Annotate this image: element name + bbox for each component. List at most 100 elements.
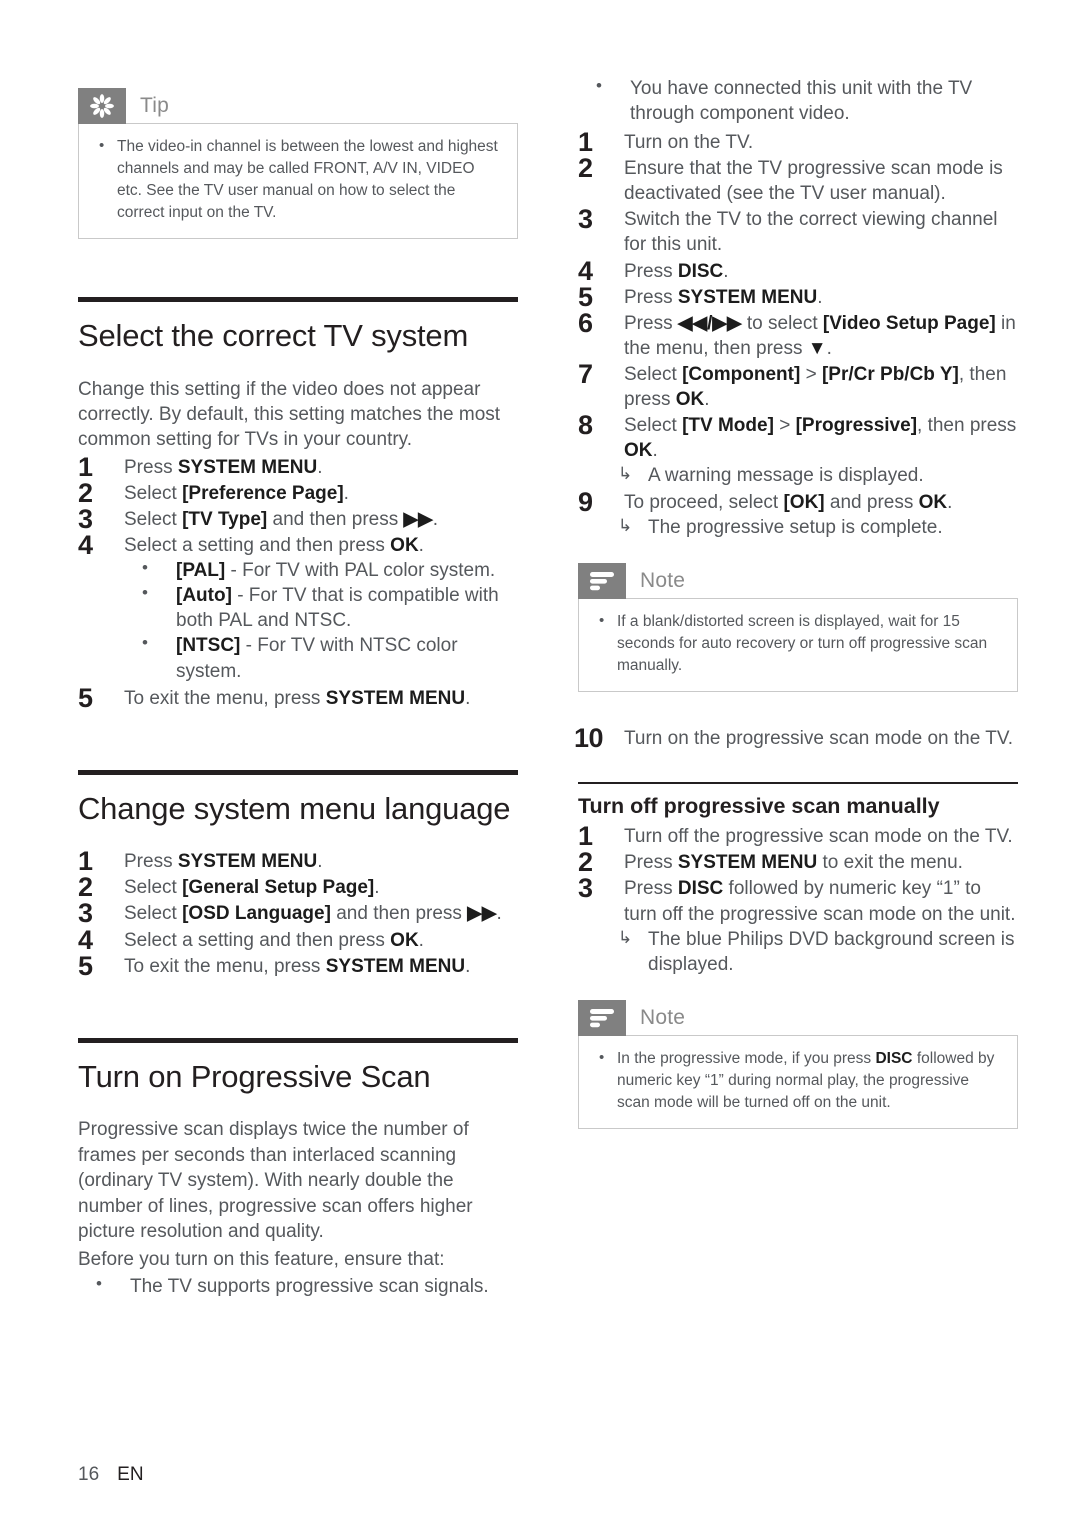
steps-turn-on-progressive-scan-continued: 10 Turn on the progressive scan mode on …	[574, 723, 1018, 753]
substep-item: [Auto] - For TV that is compatible with …	[124, 582, 518, 633]
step-item: 5 To exit the menu, press SYSTEM MENU.	[78, 683, 518, 713]
step-result: ↳ A warning message is displayed.	[618, 463, 1018, 488]
right-column: You have connected this unit with the TV…	[574, 75, 1018, 1129]
step-item: 3 Switch the TV to the correct viewing c…	[578, 204, 1018, 257]
steps-turn-off-progressive-scan: 1 Turn off the progressive scan mode on …	[578, 821, 1018, 977]
step-text: Turn off the progressive scan mode on th…	[624, 826, 1013, 848]
step-text: Turn on the TV.	[624, 132, 754, 154]
page-language: EN	[117, 1464, 144, 1485]
step-text: Press ◀◀/▶▶ to select [Video Setup Page]…	[624, 312, 1016, 359]
step-substep-list: [PAL] - For TV with PAL color system. [A…	[124, 557, 518, 683]
section-change-menu-language: Change system menu language 1 Press SYST…	[78, 769, 518, 981]
step-text: Press SYSTEM MENU.	[624, 286, 823, 308]
tip-callout-title: Tip	[140, 94, 169, 117]
step-text: Select [OSD Language] and then press ▶▶.	[124, 903, 502, 925]
note-lines-icon	[578, 999, 626, 1036]
left-column: Tip The video-in channel is between the …	[78, 88, 518, 1299]
section-intro-text: Progressive scan displays twice the numb…	[78, 1119, 473, 1243]
arrow-result-icon: ↳	[618, 464, 633, 484]
step-text: Press SYSTEM MENU.	[124, 456, 323, 478]
step-item: 1 Press SYSTEM MENU.	[78, 452, 518, 482]
step-item: 8 Select [TV Mode] > [Progressive], then…	[578, 410, 1018, 488]
requirement-item: You have connected this unit with the TV…	[578, 75, 1018, 126]
page-title-change-menu-language: Change system menu language	[78, 790, 511, 826]
subsection-title-turn-off-progressive-scan: Turn off progressive scan manually	[578, 794, 940, 819]
step-text: Select a setting and then press OK.	[124, 535, 424, 557]
step-text: To proceed, select [OK] and press OK.	[624, 492, 953, 514]
note-callout-1-title: Note	[640, 569, 686, 593]
step-item: 1 Press SYSTEM MENU.	[78, 846, 518, 876]
section-rule	[78, 769, 518, 775]
note-callout-2-title: Note	[640, 1005, 686, 1029]
step-number: 4	[78, 530, 93, 561]
step-item: 10 Turn on the progressive scan mode on …	[574, 723, 1018, 753]
manual-page: Tip The video-in channel is between the …	[0, 0, 1080, 1528]
step-number: 5	[78, 950, 93, 981]
step-text: Press SYSTEM MENU.	[124, 851, 323, 873]
step-result: ↳ The blue Philips DVD background screen…	[618, 927, 1018, 977]
step-text: Select a setting and then press OK.	[124, 929, 424, 951]
step-number: 9	[578, 487, 593, 518]
step-text: Switch the TV to the correct viewing cha…	[624, 209, 998, 256]
tip-callout-item: The video-in channel is between the lowe…	[95, 135, 501, 224]
step-number: 5	[78, 682, 93, 713]
step-text: Select [TV Mode] > [Progressive], then p…	[624, 415, 1017, 462]
requirement-item: The TV supports progressive scan signals…	[78, 1273, 518, 1299]
substep-item: [NTSC] - For TV with NTSC color system.	[124, 632, 518, 683]
step-item: 2 Select [General Setup Page].	[78, 872, 518, 902]
step-text: Select [General Setup Page].	[124, 877, 380, 899]
tip-callout: Tip The video-in channel is between the …	[78, 88, 518, 239]
note-callout-1: Note If a blank/distorted screen is disp…	[578, 563, 1018, 693]
note-lines-icon	[578, 563, 626, 600]
step-text: Press DISC followed by numeric key “1” t…	[624, 878, 1016, 925]
note-callout-1-body: If a blank/distorted screen is displayed…	[578, 598, 1018, 693]
step-result: ↳ The progressive setup is complete.	[618, 515, 1018, 540]
step-item: 2 Select [Preference Page].	[78, 478, 518, 508]
note-callout-1-header: Note	[578, 563, 1018, 600]
step-item: 5 To exit the menu, press SYSTEM MENU.	[78, 951, 518, 981]
tip-callout-body: The video-in channel is between the lowe…	[78, 123, 518, 239]
step-item: 3 Press DISC followed by numeric key “1”…	[578, 873, 1018, 977]
note-callout-2-body: In the progressive mode, if you press DI…	[578, 1034, 1018, 1129]
note-callout-2: Note In the progressive mode, if you pre…	[578, 999, 1018, 1129]
step-number: 7	[578, 358, 593, 389]
step-item: 1 Turn on the TV.	[578, 127, 1018, 157]
step-item: 7 Select [Component] > [Pr/Cr Pb/Cb Y], …	[578, 359, 1018, 412]
section-intro-text-2: Before you turn on this feature, ensure …	[78, 1248, 445, 1270]
step-text: Turn on the progressive scan mode on the…	[624, 728, 1014, 750]
section-intro-text: Change this setting if the video does no…	[78, 378, 501, 451]
section-turn-on-progressive-scan: Turn on Progressive Scan Progressive sca…	[78, 1037, 518, 1299]
step-number: 6	[578, 307, 593, 338]
step-item: 2 Ensure that the TV progressive scan mo…	[578, 153, 1018, 206]
progressive-scan-requirements-continued: You have connected this unit with the TV…	[578, 75, 1018, 126]
step-text: Select [TV Type] and then press ▶▶.	[124, 509, 439, 531]
note-callout-2-item: In the progressive mode, if you press DI…	[595, 1047, 1001, 1114]
step-item: 2 Press SYSTEM MENU to exit the menu.	[578, 847, 1018, 877]
page-footer: 16 EN	[78, 1464, 144, 1486]
step-item: 6 Press ◀◀/▶▶ to select [Video Setup Pag…	[578, 308, 1018, 361]
step-number: 3	[578, 873, 593, 904]
section-turn-off-progressive-scan: Turn off progressive scan manually 1 Tur…	[578, 782, 1018, 976]
page-number: 16	[78, 1464, 100, 1485]
step-item: 4 Select a setting and then press OK. [P…	[78, 530, 518, 683]
step-item: 9 To proceed, select [OK] and press OK. …	[578, 487, 1018, 540]
step-item: 3 Select [OSD Language] and then press ▶…	[78, 898, 518, 928]
steps-turn-on-progressive-scan: 1 Turn on the TV. 2 Ensure that the TV p…	[578, 127, 1018, 540]
step-text: Press SYSTEM MENU to exit the menu.	[624, 852, 963, 874]
step-number: 8	[578, 410, 593, 441]
step-text: Select [Preference Page].	[124, 483, 349, 505]
step-result-text: A warning message is displayed.	[648, 465, 924, 487]
step-number: 2	[578, 153, 593, 184]
step-text: To exit the menu, press SYSTEM MENU.	[124, 687, 471, 709]
substep-item: [PAL] - For TV with PAL color system.	[124, 557, 518, 583]
subsection-rule	[578, 782, 1018, 785]
step-item: 4 Press DISC.	[578, 256, 1018, 286]
section-select-tv-system: Select the correct TV system Change this…	[78, 297, 518, 713]
step-number: 3	[578, 204, 593, 235]
page-title-select-tv-system: Select the correct TV system	[78, 318, 469, 353]
step-result-text: The blue Philips DVD background screen i…	[648, 928, 1015, 975]
step-item: 5 Press SYSTEM MENU.	[578, 282, 1018, 312]
step-text: Press DISC.	[624, 260, 729, 282]
steps-change-menu-language: 1 Press SYSTEM MENU. 2 Select [General S…	[78, 846, 518, 981]
arrow-result-icon: ↳	[618, 927, 633, 947]
